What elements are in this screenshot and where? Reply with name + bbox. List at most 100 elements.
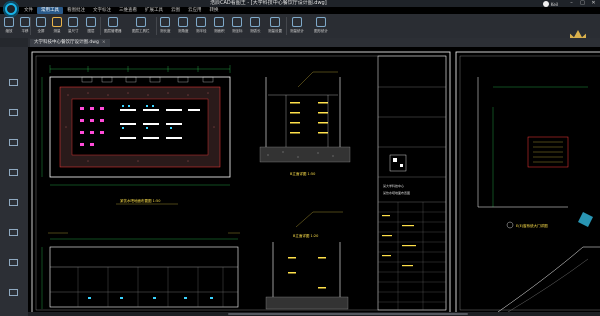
minimize-icon[interactable]: – [569, 0, 574, 7]
scroll-thumb[interactable] [228, 313, 468, 315]
elevation-lower [41, 232, 240, 309]
menu-item-8[interactable]: 转换 [206, 7, 223, 14]
menu-item-3[interactable]: 文字标注 [89, 7, 115, 14]
side-tool-select-icon[interactable] [6, 77, 22, 89]
document-tab-bar: 大学科技中心餐饮厅设计图.dwg × [0, 38, 600, 47]
section-2: B立面详图 1:20 [265, 211, 349, 310]
tool-measure-stats-button[interactable]: 测量统计 [290, 16, 304, 37]
tool-dimension-button[interactable]: 量尺寸 [68, 16, 79, 37]
tool-measure-settings-button[interactable]: 测量设置 [268, 16, 282, 37]
tool-area-button[interactable]: 测面积 [214, 16, 225, 37]
side-tool-measure-icon[interactable] [6, 227, 22, 239]
ribbon-separator [156, 17, 157, 35]
qr-code [389, 154, 407, 172]
plan-title: 某饮水吧地面布置图 1:50 [120, 198, 160, 203]
title-block-name: 某饮水吧地面布置图 [383, 190, 410, 195]
title-block-marks [382, 215, 416, 267]
menu-item-0[interactable]: 文件 [20, 7, 37, 14]
tool-label: 图层管理器 [104, 29, 122, 33]
tab-close-icon[interactable]: × [102, 40, 106, 45]
layer-manager-icon [107, 17, 118, 27]
layer-toolbar-icon [135, 17, 146, 27]
ribbon-toolbar: VIP 缩放平移全屏测量量尺寸图层图层管理器图层工具栏测长度测角度测半径测面积测… [0, 14, 600, 48]
tool-pan-button[interactable]: 平移 [20, 16, 30, 37]
fullscreen-icon [36, 17, 46, 27]
menu-item-7[interactable]: 云应用 [184, 7, 206, 14]
close-icon[interactable]: ✕ [591, 0, 596, 7]
tool-label: 图层工具栏 [132, 29, 150, 33]
tool-graph-stats-button[interactable]: 图形统计 [314, 16, 328, 37]
tool-label: 图形统计 [314, 29, 328, 33]
graph-stats-icon [316, 17, 326, 27]
user-name: Keil [550, 1, 558, 7]
left-toolbar [0, 47, 28, 316]
tool-radius-button[interactable]: 测半径 [196, 16, 207, 37]
tool-label: 测长度 [160, 29, 171, 33]
menu-item-6[interactable]: 云图 [167, 7, 184, 14]
tool-label: 测量设置 [268, 29, 282, 33]
tool-label: 缩放 [5, 29, 13, 33]
radius-icon [196, 17, 207, 27]
arc-icon [250, 17, 261, 27]
app-logo[interactable] [3, 1, 19, 17]
maximize-icon[interactable]: □ [580, 0, 585, 7]
tool-label: 平移 [21, 29, 29, 33]
coordinate-icon [232, 17, 243, 27]
window-title: 浩辰CAD看图王 - [大学科技中心餐饮厅设计图.dwg] [210, 0, 327, 6]
menu-item-5[interactable]: 扩展工具 [141, 7, 167, 14]
tool-measure-button[interactable]: 测量 [52, 16, 62, 37]
right-sheet: E(E)窗系统大门详图 [455, 51, 600, 315]
section-title-2: B立面详图 1:20 [293, 233, 318, 238]
side-tool-more-icon[interactable] [6, 287, 22, 299]
dimension-icon [68, 17, 79, 27]
section-title-1: B立面详图 1:50 [290, 171, 315, 176]
menu-item-2[interactable]: 看图批注 [63, 7, 89, 14]
cad-drawing[interactable]: 某大学科技中心 某饮水吧地面布置图 某饮水吧地面布置图 1:50 B立面详图 1… [28, 47, 600, 316]
length-icon [160, 17, 171, 27]
tool-label: 量尺寸 [68, 29, 79, 33]
document-tab[interactable]: 大学科技中心餐饮厅设计图.dwg × [30, 39, 110, 47]
tool-arc-button[interactable]: 测弧长 [250, 16, 261, 37]
side-tool-text-icon[interactable] [6, 197, 22, 209]
tool-label: 测量 [53, 29, 61, 33]
tool-label: 测坐标 [232, 29, 243, 33]
tool-label: 测角度 [178, 29, 189, 33]
section-1: B立面详图 1:50 [259, 71, 351, 176]
tool-length-button[interactable]: 测长度 [160, 16, 171, 37]
angle-icon [178, 17, 189, 27]
tool-label: 测半径 [196, 29, 207, 33]
window-controls: – □ ✕ [569, 0, 596, 7]
side-tool-layout-icon[interactable] [6, 137, 22, 149]
tab-bar-left [0, 38, 28, 47]
layer-icon [86, 17, 96, 27]
tool-zoom-button[interactable]: 缩放 [4, 16, 14, 37]
tool-label: 全屏 [37, 29, 45, 33]
tool-fullscreen-button[interactable]: 全屏 [36, 16, 46, 37]
tool-label: 测弧长 [250, 29, 261, 33]
user-area[interactable]: Keil [542, 1, 558, 7]
detail-title: E(E)窗系统大门详图 [516, 223, 548, 228]
pan-icon [20, 17, 30, 27]
title-bar: 浩辰CAD看图王 - [大学科技中心餐饮厅设计图.dwg] Keil – □ ✕ [0, 0, 600, 7]
avatar[interactable] [542, 1, 549, 7]
ribbon-separator [100, 17, 101, 35]
side-tool-zoom-icon[interactable] [6, 107, 22, 119]
side-tool-layer-icon[interactable] [6, 167, 22, 179]
tool-layer-button[interactable]: 图层 [86, 16, 96, 37]
menu-bar: 文件 常用工具 看图批注 文字标注 三维查看 扩展工具 云图 云应用 转换 [20, 7, 223, 14]
menu-item-1[interactable]: 常用工具 [37, 7, 63, 14]
ribbon-separator [286, 17, 287, 35]
side-tool-settings-icon[interactable] [6, 257, 22, 269]
floor-plan: 某饮水吧地面布置图 1:50 [41, 65, 231, 205]
area-icon [214, 17, 225, 27]
tool-coordinate-button[interactable]: 测坐标 [232, 16, 243, 37]
ribbon-separator [30, 17, 31, 35]
tool-layer-toolbar-button[interactable]: 图层工具栏 [132, 16, 150, 37]
tool-angle-button[interactable]: 测角度 [178, 16, 189, 37]
tool-layer-manager-button[interactable]: 图层管理器 [104, 16, 122, 37]
menu-item-4[interactable]: 三维查看 [115, 7, 141, 14]
horizontal-scrollbar[interactable] [28, 312, 600, 316]
zoom-icon [4, 17, 14, 27]
tool-label: 测量统计 [290, 29, 304, 33]
drawing-canvas[interactable]: 某大学科技中心 某饮水吧地面布置图 某饮水吧地面布置图 1:50 B立面详图 1… [28, 47, 600, 316]
